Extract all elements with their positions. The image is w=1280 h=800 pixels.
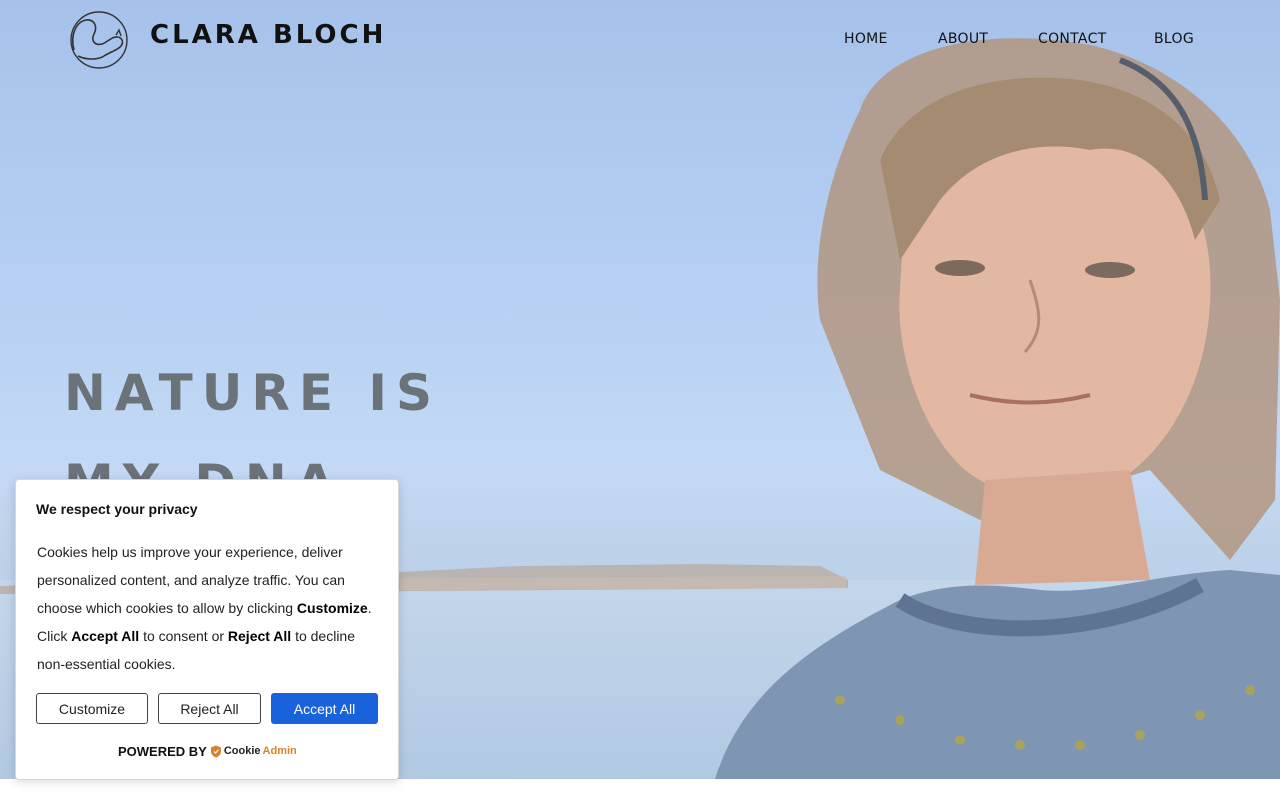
cookie-description: Cookies help us improve your experience,… bbox=[37, 544, 372, 672]
cookie-title: We respect your privacy bbox=[36, 501, 198, 517]
nav-about[interactable]: ABOUT bbox=[938, 31, 988, 47]
nav-blog[interactable]: BLOG bbox=[1154, 31, 1194, 47]
shield-icon bbox=[210, 745, 221, 757]
nav-contact[interactable]: CONTACT bbox=[1038, 31, 1107, 47]
powered-by-label: POWERED BY bbox=[118, 743, 207, 759]
powered-by: POWERED BY Cookie Admin bbox=[118, 742, 297, 760]
cookie-consent-banner: We respect your privacy Cookies help us … bbox=[15, 479, 399, 780]
reject-all-button[interactable]: Reject All bbox=[158, 693, 261, 724]
cookieadmin-brand[interactable]: Cookie Admin bbox=[210, 745, 297, 758]
nav-home[interactable]: HOME bbox=[844, 31, 888, 47]
customize-button[interactable]: Customize bbox=[36, 693, 148, 724]
main-nav: HOME ABOUT CONTACT BLOG bbox=[0, 31, 1280, 51]
accept-all-button[interactable]: Accept All bbox=[271, 693, 378, 724]
